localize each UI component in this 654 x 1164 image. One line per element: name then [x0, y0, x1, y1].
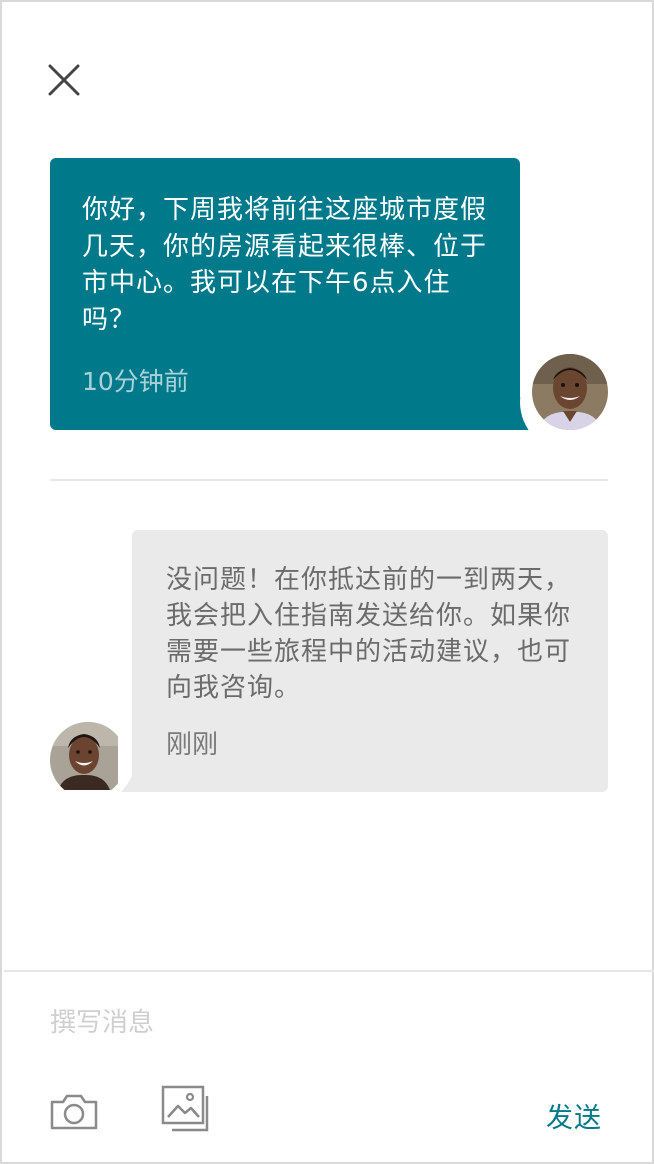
message-text: 没问题！在你抵达前的一到两天，我会把入住指南发送给你。如果你需要一些旅程中的活动…: [166, 565, 572, 703]
avatar-man-icon: [532, 354, 608, 430]
message-bubble-guest[interactable]: 没问题！在你抵达前的一到两天，我会把入住指南发送给你。如果你需要一些旅程中的活动…: [132, 530, 608, 792]
avatar-woman-icon: [50, 722, 118, 790]
image-gallery-icon[interactable]: [160, 1084, 212, 1136]
message-timestamp: 10分钟前: [82, 367, 189, 396]
avatar[interactable]: [532, 354, 608, 430]
message-timestamp: 刚刚: [166, 730, 219, 760]
close-icon[interactable]: [44, 60, 84, 100]
divider: [50, 479, 608, 481]
composer-divider: [4, 970, 654, 972]
camera-icon[interactable]: [48, 1092, 100, 1132]
message-input[interactable]: [50, 998, 610, 1048]
message-bubble-host[interactable]: 你好，下周我将前往这座城市度假几天，你的房源看起来很棒、位于市中心。我可以在下午…: [50, 158, 520, 430]
send-button[interactable]: 发送: [546, 1096, 602, 1135]
chat-screen: 你好，下周我将前往这座城市度假几天，你的房源看起来很棒、位于市中心。我可以在下午…: [0, 0, 654, 1164]
message-text: 你好，下周我将前往这座城市度假几天，你的房源看起来很棒、位于市中心。我可以在下午…: [82, 195, 488, 335]
avatar[interactable]: [50, 722, 126, 798]
